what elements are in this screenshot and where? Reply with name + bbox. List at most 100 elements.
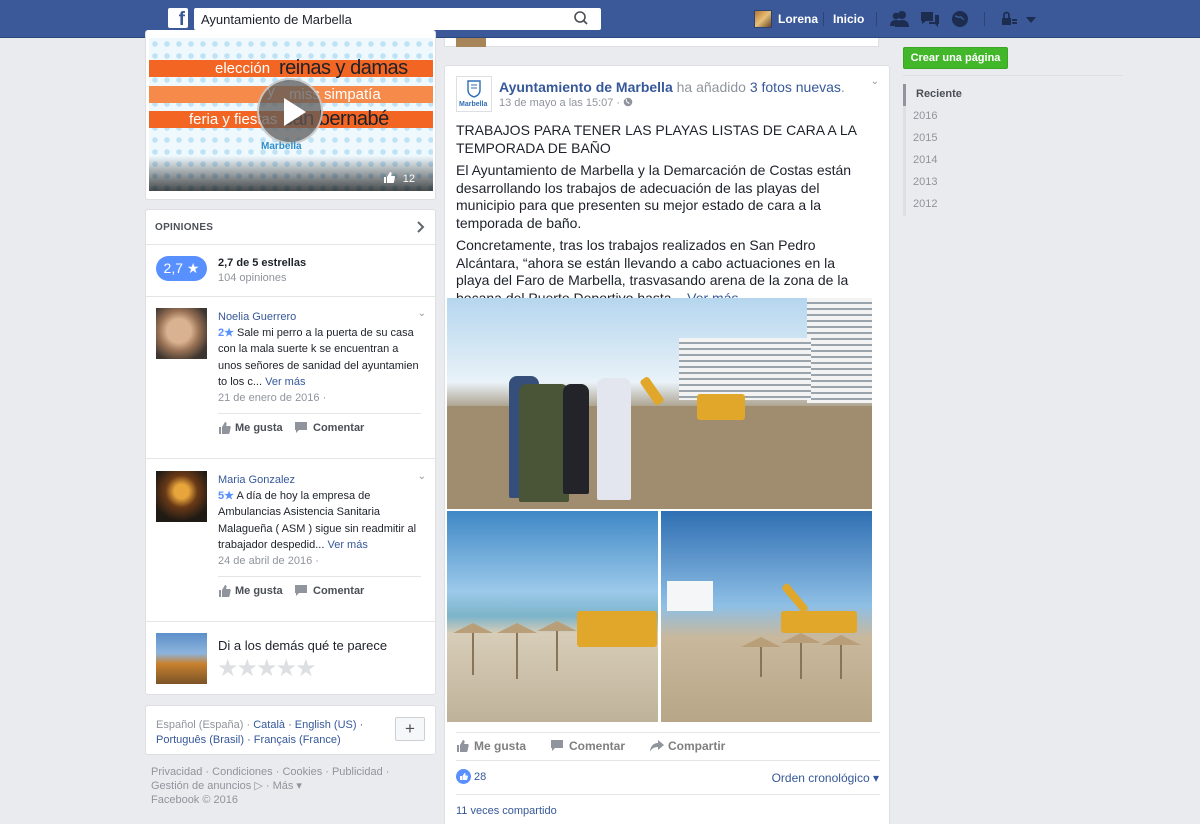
divider: [218, 576, 421, 577]
messages-icon[interactable]: [919, 9, 941, 29]
like-button[interactable]: Me gusta: [235, 585, 283, 597]
footer-links[interactable]: Privacidad · Condiciones · Cookies · Pub…: [151, 765, 411, 779]
photo-detail: [807, 298, 872, 403]
divider: [456, 760, 880, 761]
page-avatar[interactable]: Marbella: [456, 76, 492, 112]
post-body: TRABAJOS PARA TENER LAS PLAYAS LISTAS DE…: [456, 122, 868, 312]
footer: Privacidad · Condiciones · Cookies · Pub…: [151, 765, 411, 807]
post-header: Ayuntamiento de Marbella ha añadido 3 fo…: [499, 79, 845, 95]
year-link-2015[interactable]: 2015: [906, 128, 1023, 150]
copyright: Facebook © 2016: [151, 794, 238, 806]
see-more-link[interactable]: Ver más: [327, 539, 367, 551]
reviewer-avatar[interactable]: [156, 308, 207, 359]
profile-link[interactable]: Lorena: [778, 12, 818, 26]
share-icon: [650, 740, 664, 752]
play-icon[interactable]: [257, 78, 323, 144]
comment-icon: [295, 422, 307, 433]
review-date[interactable]: 24 de abril de 2016 ·: [218, 555, 319, 567]
privacy-shortcuts-icon[interactable]: [998, 9, 1020, 29]
divider: [146, 244, 437, 245]
page-name-link[interactable]: Ayuntamiento de Marbella: [499, 79, 673, 95]
review-body: A día de hoy la empresa de Ambulancias A…: [218, 490, 417, 551]
year-link-2016[interactable]: 2016: [906, 106, 1023, 128]
photo-detail: [639, 375, 665, 407]
like-reaction-icon[interactable]: [456, 769, 471, 784]
rating-summary: 2,7 de 5 estrellas: [218, 257, 307, 269]
photo-detail: [597, 378, 631, 500]
facebook-logo-icon[interactable]: f: [168, 8, 188, 28]
notifications-icon[interactable]: [949, 9, 971, 29]
chevron-down-icon[interactable]: ⌄: [418, 308, 426, 319]
reviews-heading[interactable]: OPINIONES: [155, 222, 213, 233]
thumbs-up-icon: [383, 172, 395, 183]
comment-order-select[interactable]: Orden cronológico ▾: [772, 771, 879, 785]
language-list: Español (España) · Català · English (US)…: [156, 718, 391, 748]
divider: [146, 458, 437, 459]
post-photo[interactable]: [447, 298, 872, 509]
home-link[interactable]: Inicio: [833, 12, 864, 26]
video-text: elección: [215, 60, 271, 77]
chevron-down-icon[interactable]: ⌄: [418, 471, 426, 482]
post-actions: Me gusta Comentar Compartir: [445, 732, 889, 760]
year-link-recent[interactable]: Reciente: [903, 84, 1023, 106]
share-button[interactable]: Compartir: [668, 739, 725, 753]
photo-detail: [497, 623, 537, 633]
shares-count[interactable]: 11 veces compartido: [456, 805, 557, 817]
like-button[interactable]: Me gusta: [235, 422, 283, 434]
post-timestamp[interactable]: 13 de mayo a las 15:07 ·: [499, 97, 633, 109]
video-text: reinas y damas: [279, 57, 408, 79]
footer-links[interactable]: Gestión de anuncios ▷ · Más ▾: [151, 779, 411, 793]
comment-button[interactable]: Comentar: [313, 585, 364, 597]
chevron-down-icon[interactable]: ⌄: [871, 76, 879, 87]
reviewer-name[interactable]: Maria Gonzalez: [218, 474, 295, 486]
photo-detail: [741, 637, 781, 647]
year-link-2014[interactable]: 2014: [906, 150, 1023, 172]
marbella-seal: Marbella: [261, 141, 302, 152]
photo-detail: [800, 643, 802, 679]
post-paragraph-text: Concretamente, tras los trabajos realiza…: [456, 237, 849, 306]
post-photo[interactable]: [661, 511, 872, 722]
photo-detail: [453, 623, 493, 633]
review-body: Sale mi perro a la puerta de su casa con…: [218, 327, 419, 388]
year-link-2013[interactable]: 2013: [906, 172, 1023, 194]
chevron-right-icon[interactable]: [416, 220, 425, 234]
divider: [876, 12, 877, 26]
like-count[interactable]: 28: [474, 771, 486, 783]
comment-icon: [295, 585, 307, 596]
reviewer-name[interactable]: Noelia Guerrero: [218, 311, 296, 323]
review-count[interactable]: 104 opiniones: [218, 272, 287, 284]
previous-post-thumbnail[interactable]: [456, 38, 486, 47]
search-input[interactable]: [194, 8, 564, 30]
photo-detail: [537, 621, 577, 631]
photo-detail: [577, 611, 657, 647]
year-link-2012[interactable]: 2012: [906, 194, 1023, 216]
user-avatar[interactable]: [754, 10, 772, 28]
comment-button[interactable]: Comentar: [313, 422, 364, 434]
post-photo[interactable]: [447, 511, 658, 722]
reviewer-avatar[interactable]: [156, 471, 207, 522]
reviews-card: OPINIONES 2,7 ★ 2,7 de 5 estrellas 104 o…: [145, 209, 437, 695]
video-thumbnail[interactable]: elección reinas y damas y miss simpatía …: [149, 38, 433, 191]
comment-button[interactable]: Comentar: [569, 739, 625, 753]
account-menu-icon[interactable]: [1020, 9, 1042, 29]
video-likes-count: 12: [402, 173, 415, 185]
search-button[interactable]: [565, 8, 601, 30]
add-language-button[interactable]: +: [395, 717, 425, 741]
review-date[interactable]: 21 de enero de 2016 ·: [218, 392, 326, 404]
divider: [903, 75, 1123, 76]
photo-detail: [840, 645, 842, 679]
post-paragraph: El Ayuntamiento de Marbella y la Demarca…: [456, 162, 852, 231]
previous-post: [444, 38, 879, 47]
friend-requests-icon[interactable]: [889, 9, 911, 29]
photo-detail: [697, 394, 745, 420]
divider: [984, 12, 985, 26]
current-language: Español (España) ·: [156, 719, 254, 731]
thumbs-up-icon: [219, 585, 231, 597]
like-button[interactable]: Me gusta: [474, 739, 526, 753]
rating-stars-input[interactable]: ★★★★★: [217, 654, 317, 683]
post-action-text: ha añadido: [676, 79, 746, 95]
photo-detail: [472, 633, 474, 675]
see-more-link[interactable]: Ver más: [265, 376, 305, 388]
create-page-button[interactable]: Crear una página: [903, 47, 1008, 69]
photos-link[interactable]: 3 fotos nuevas: [750, 79, 841, 95]
